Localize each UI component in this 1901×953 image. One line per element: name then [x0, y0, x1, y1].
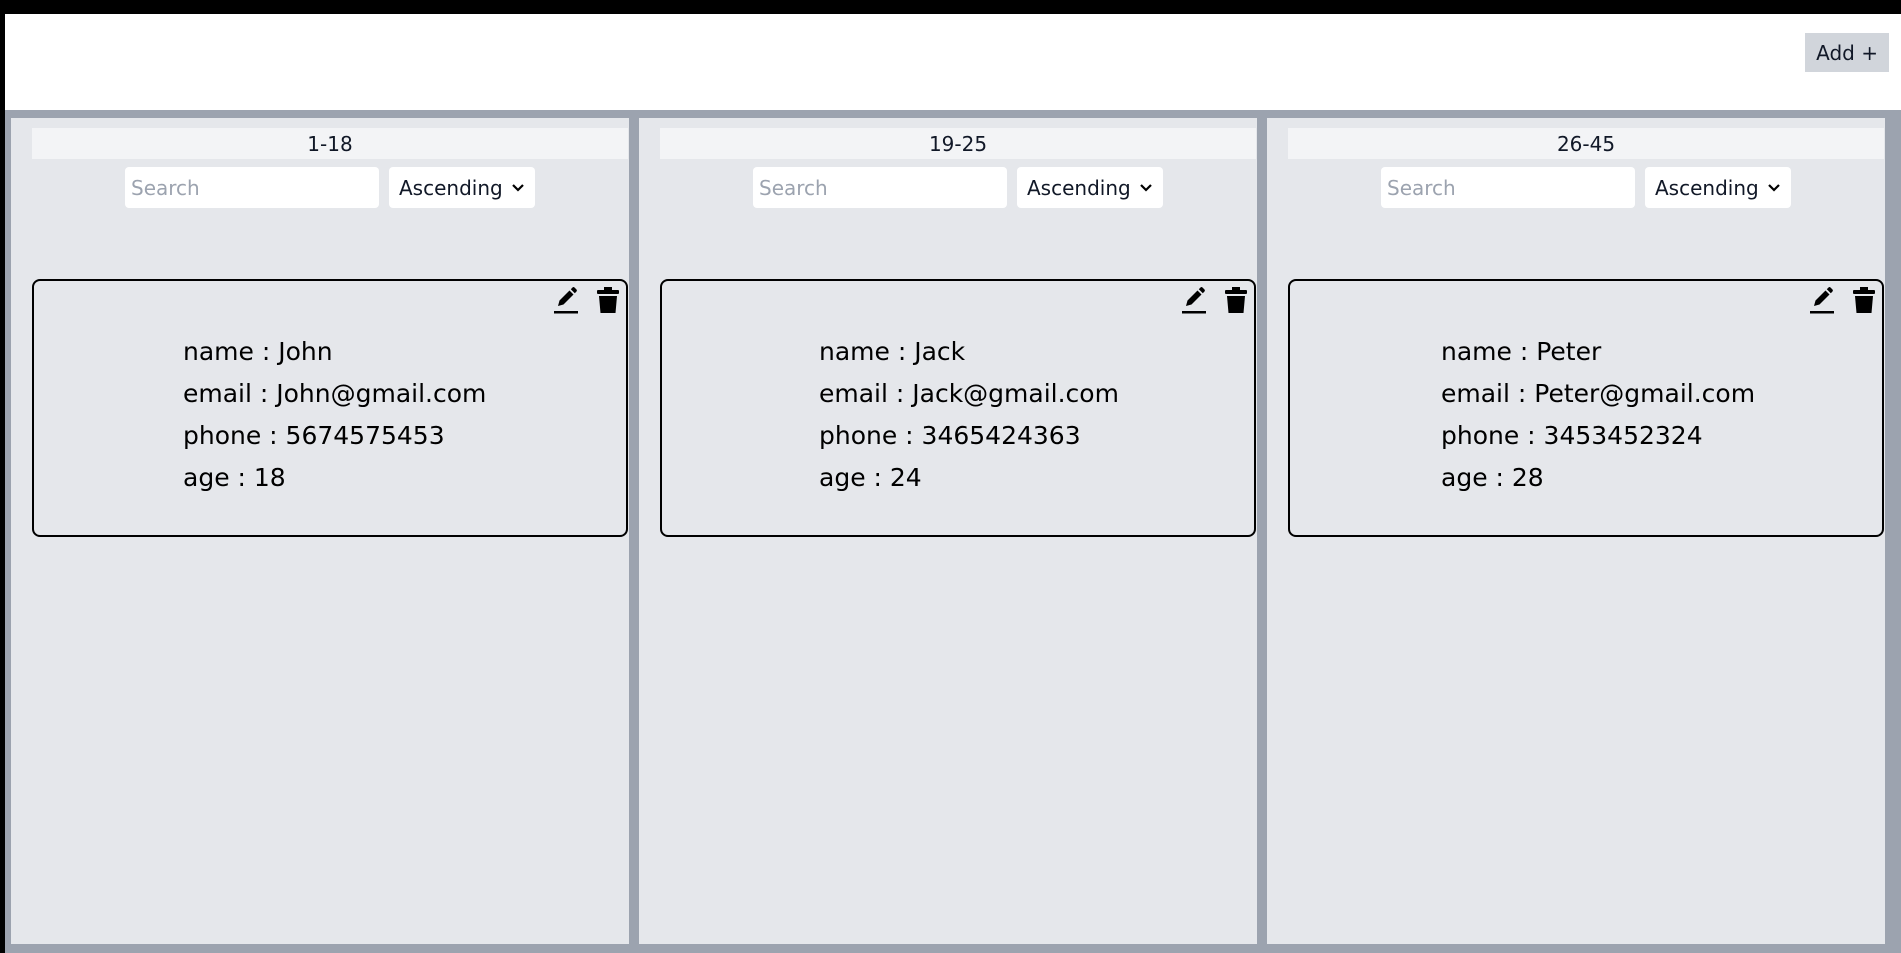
person-name: name : Jack [819, 337, 966, 366]
age-range-label: 19-25 [928, 131, 988, 156]
sort-order-value: Ascending [399, 175, 503, 200]
add-button[interactable]: Add + [1805, 33, 1889, 72]
person-age: age : 18 [183, 463, 286, 492]
column-controls: Ascending [1267, 167, 1901, 208]
age-group-column-26-45: 26-45 Ascending [1267, 118, 1885, 944]
search-input[interactable] [1381, 167, 1635, 208]
person-email: email : John@gmail.com [183, 379, 487, 408]
column-controls: Ascending [639, 167, 1277, 208]
person-email: email : Jack@gmail.com [819, 379, 1119, 408]
person-phone: phone : 3465424363 [819, 421, 1081, 450]
person-card[interactable]: name : Jack email : Jack@gmail.com phone… [660, 279, 1256, 537]
sort-order-value: Ascending [1655, 175, 1759, 200]
person-email: email : Peter@gmail.com [1441, 379, 1756, 408]
sort-order-select[interactable]: Ascending [389, 167, 535, 208]
card-actions [552, 285, 622, 315]
age-range-label: 26-45 [1556, 131, 1616, 156]
pencil-icon[interactable] [552, 285, 580, 315]
trash-icon[interactable] [1850, 285, 1878, 315]
age-range-label: 1-18 [307, 131, 353, 156]
age-group-board: 1-18 Ascending [5, 110, 1901, 953]
person-phone: phone : 3453452324 [1441, 421, 1703, 450]
card-actions [1808, 285, 1878, 315]
card-actions [1180, 285, 1250, 315]
trash-icon[interactable] [594, 285, 622, 315]
sort-order-value: Ascending [1027, 175, 1131, 200]
chevron-down-icon [512, 183, 524, 192]
person-details: name : Jack email : Jack@gmail.com phone… [819, 331, 1119, 499]
age-group-column-1-18: 1-18 Ascending [11, 118, 629, 944]
top-bar: Add + [5, 14, 1901, 110]
person-age: age : 28 [1441, 463, 1544, 492]
column-header: 26-45 [1288, 128, 1884, 159]
person-name: name : Peter [1441, 337, 1602, 366]
age-group-column-19-25: 19-25 Ascending [639, 118, 1257, 944]
person-age: age : 24 [819, 463, 922, 492]
person-name: name : John [183, 337, 333, 366]
chevron-down-icon [1140, 183, 1152, 192]
person-card[interactable]: name : Peter email : Peter@gmail.com pho… [1288, 279, 1884, 537]
pencil-icon[interactable] [1180, 285, 1208, 315]
sort-order-select[interactable]: Ascending [1017, 167, 1163, 208]
column-header: 19-25 [660, 128, 1256, 159]
person-details: name : John email : John@gmail.com phone… [183, 331, 486, 499]
sort-order-select[interactable]: Ascending [1645, 167, 1791, 208]
person-card[interactable]: name : John email : John@gmail.com phone… [32, 279, 628, 537]
trash-icon[interactable] [1222, 285, 1250, 315]
column-controls: Ascending [11, 167, 649, 208]
person-details: name : Peter email : Peter@gmail.com pho… [1441, 331, 1755, 499]
chevron-down-icon [1768, 183, 1780, 192]
pencil-icon[interactable] [1808, 285, 1836, 315]
app-window: Add + 1-18 Ascending [5, 14, 1901, 953]
column-header: 1-18 [32, 128, 628, 159]
search-input[interactable] [125, 167, 379, 208]
search-input[interactable] [753, 167, 1007, 208]
person-phone: phone : 5674575453 [183, 421, 445, 450]
